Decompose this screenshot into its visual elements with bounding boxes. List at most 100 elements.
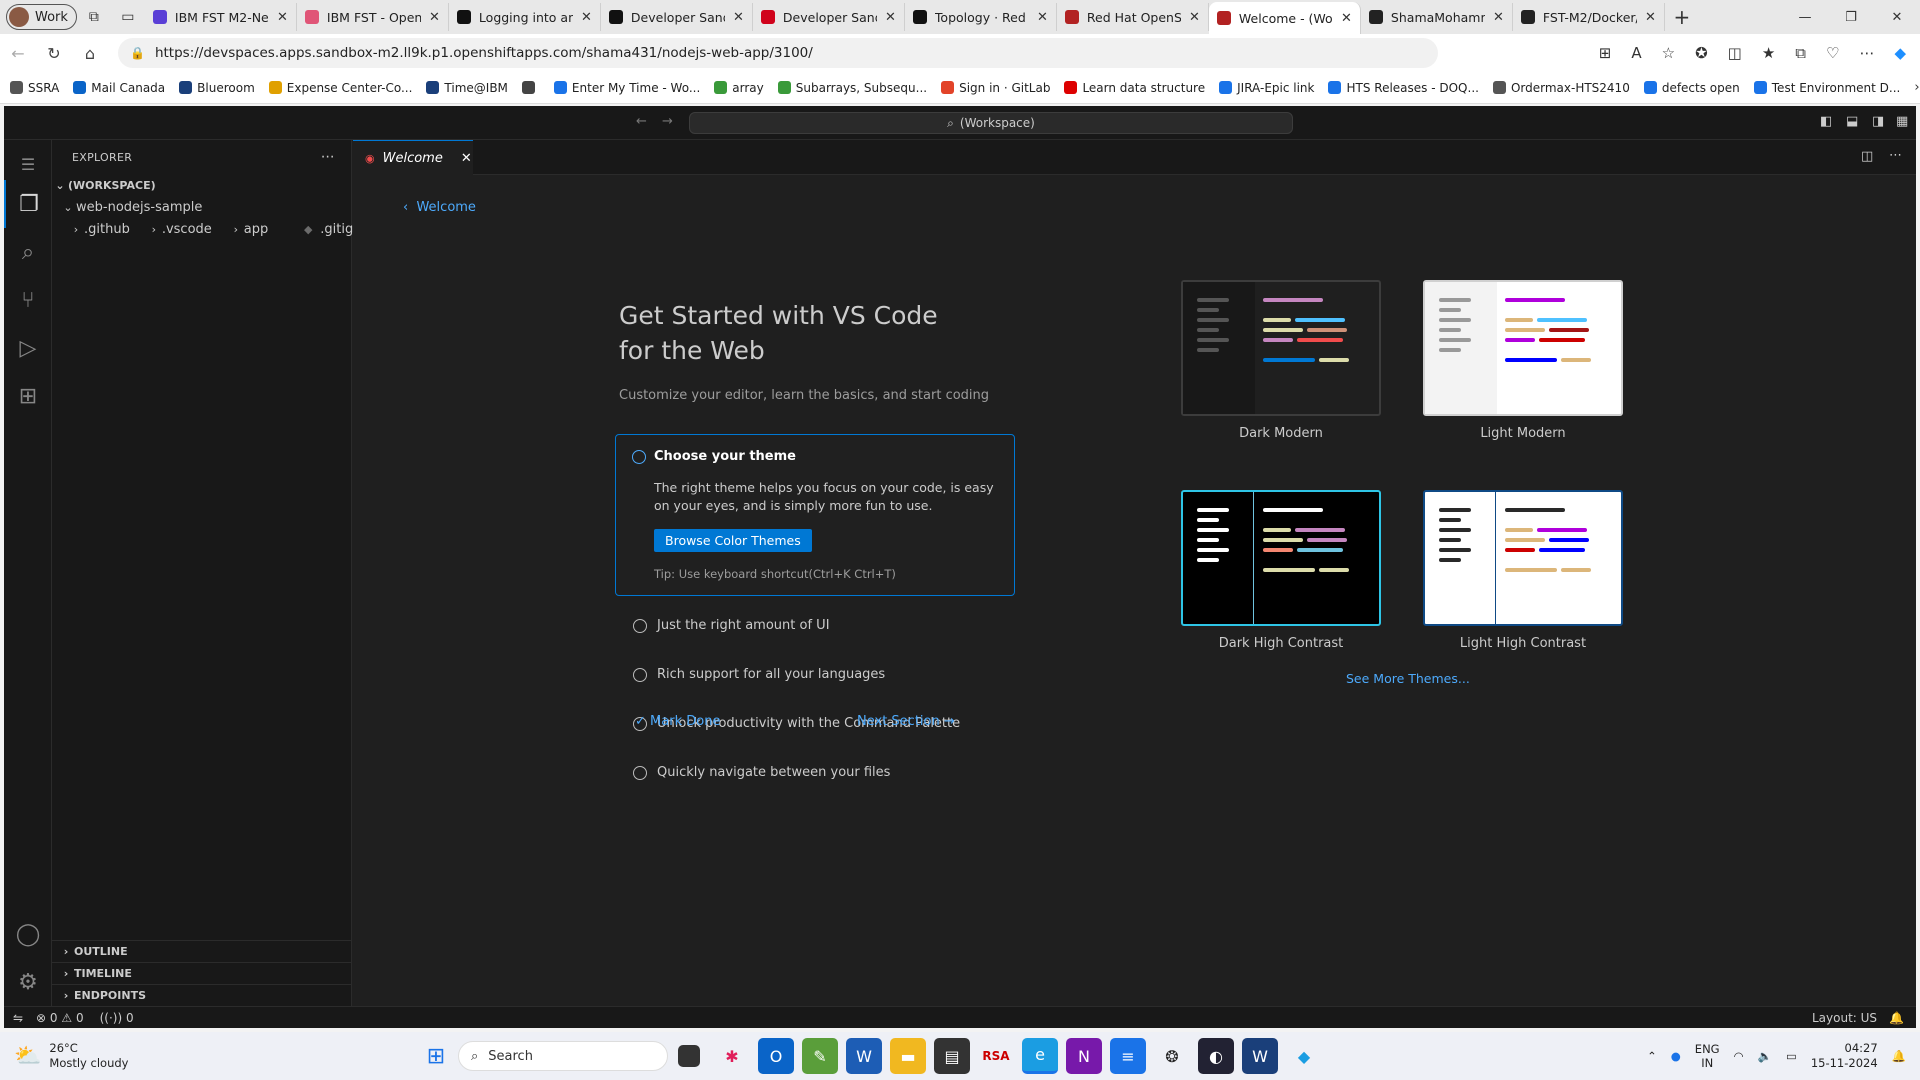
pane-header[interactable]: › ENDPOINTS [52,984,352,1006]
wifi-icon[interactable]: ◠ [1734,1049,1744,1063]
read-aloud-icon[interactable]: A [1631,44,1641,62]
toggle-sidebar-icon[interactable]: ◧ [1820,114,1832,129]
workspace-root[interactable]: ⌄ (WORKSPACE) [52,174,351,196]
bookmark-item[interactable]: Mail Canada [73,81,165,95]
folder-item[interactable]: › .github [52,218,130,240]
slack-icon[interactable]: ✱ [714,1038,750,1074]
favorite-star-icon[interactable]: ☆ [1662,44,1675,62]
onenote-icon[interactable]: N [1066,1038,1102,1074]
task-view-icon[interactable] [678,1045,700,1067]
problems-indicator[interactable]: ⊗ 0 ⚠ 0 [36,1011,84,1025]
bookmark-item[interactable] [521,81,540,94]
editor-more-icon[interactable]: ⋯ [1889,148,1902,163]
close-tab-icon[interactable]: ✕ [733,10,744,25]
bookmark-item[interactable]: Expense Center-Co... [268,81,412,95]
app-icon-chat[interactable]: ◆ [1286,1038,1322,1074]
extensions-view-icon[interactable]: ⊞ [4,372,52,420]
welcome-step[interactable]: Rich support for all your languages [633,667,885,682]
bookmark-item[interactable]: HTS Releases - DOQ... [1328,81,1479,95]
copilot-icon[interactable]: ◆ [1894,44,1906,62]
outlook-icon[interactable]: O [758,1038,794,1074]
notes-icon[interactable]: ≡ [1110,1038,1146,1074]
rsa-icon[interactable]: RSA [978,1038,1014,1074]
new-tab-icon[interactable]: + [1665,3,1699,31]
browser-tab[interactable]: Topology · Red H ✕ [905,3,1057,31]
tray-chevron-icon[interactable]: ⌃ [1647,1049,1657,1063]
bookmark-item[interactable]: Enter My Time - Wo... [553,81,700,95]
bookmark-item[interactable]: Subarrays, Subsequ... [777,81,927,95]
source-control-icon[interactable]: ⑂ [4,276,52,324]
browser-tab[interactable]: Developer Sandb ✕ [601,3,753,31]
toggle-secondary-sidebar-icon[interactable]: ◨ [1872,114,1884,129]
close-tab-icon[interactable]: ✕ [277,10,288,25]
back-icon[interactable]: ← [0,44,36,63]
theme-dark-modern[interactable] [1181,280,1381,416]
notepad-icon[interactable]: ✎ [802,1038,838,1074]
search-view-icon[interactable]: ⌕ [4,228,52,276]
remote-icon[interactable]: ⇋ [4,1011,32,1025]
close-tab-icon[interactable]: ✕ [1341,11,1352,26]
restore-icon[interactable]: ❐ [1828,10,1874,25]
tab-actions-icon[interactable]: ▭ [111,3,145,31]
webex-icon[interactable]: W [1242,1038,1278,1074]
browser-tab[interactable]: Welcome - (Work ✕ [1208,2,1361,34]
browser-tab[interactable]: FST-M2/Docker/ ✕ [1513,3,1665,31]
nav-back-icon[interactable]: ← [636,114,647,129]
notifications-bell-icon[interactable]: 🔔 [1889,1011,1904,1025]
bookmark-item[interactable]: Sign in · GitLab [941,81,1050,95]
welcome-step[interactable]: Just the right amount of UI [633,618,830,633]
language-indicator[interactable]: ENG IN [1695,1042,1720,1070]
refresh-icon[interactable]: ↻ [36,44,72,63]
next-section-button[interactable]: Next Section → [857,714,955,729]
home-icon[interactable]: ⌂ [72,44,108,63]
terminal-icon[interactable]: ▤ [934,1038,970,1074]
workspaces-icon[interactable]: ⧉ [77,3,111,31]
close-window-icon[interactable]: ✕ [1874,10,1920,25]
keyboard-layout[interactable]: Layout: US [1812,1011,1877,1025]
step-choose-theme[interactable]: Choose your theme The right theme helps … [615,434,1015,596]
bookmarks-more-icon[interactable]: › [1914,80,1919,95]
browser-tab[interactable]: ShamaMohamme ✕ [1361,3,1513,31]
pane-header[interactable]: › TIMELINE [52,962,352,984]
close-tab-icon[interactable]: ✕ [885,10,896,25]
explorer-more-icon[interactable]: ⋯ [321,149,335,165]
taskbar-search[interactable]: ⌕ Search [458,1041,668,1071]
theme-light-modern[interactable] [1423,280,1623,416]
bookmark-item[interactable]: Time@IBM [426,81,508,95]
command-center[interactable]: ⌕ (Workspace) [689,112,1293,134]
start-button[interactable]: ⊞ [418,1038,454,1074]
bookmark-item[interactable]: Ordermax-HTS2410 [1492,81,1630,95]
profile-button[interactable]: Work [6,4,77,30]
close-tab-icon[interactable]: ✕ [461,151,472,166]
close-tab-icon[interactable]: ✕ [1493,10,1504,25]
run-debug-icon[interactable]: ▷ [4,324,52,372]
close-tab-icon[interactable]: ✕ [429,10,440,25]
browser-tab[interactable]: Red Hat OpenShi ✕ [1057,3,1209,31]
browse-color-themes-button[interactable]: Browse Color Themes [654,529,812,552]
folder-item[interactable]: ⌄ web-nodejs-sample [52,196,351,218]
notification-icon[interactable]: 🔔 [1892,1049,1906,1063]
folder-item[interactable]: › app [212,218,269,240]
weather-widget[interactable]: ⛅ 26°C Mostly cloudy [14,1041,414,1071]
see-more-themes-link[interactable]: See More Themes... [1346,671,1470,686]
app-icon-circle[interactable]: ◐ [1198,1038,1234,1074]
manage-gear-icon[interactable]: ⚙ [4,958,52,1006]
collections-icon[interactable]: ⧉ [1795,44,1806,62]
nav-forward-icon[interactable]: → [662,114,673,129]
bookmark-item[interactable]: Test Environment D... [1753,81,1900,95]
battery-icon[interactable]: ▭ [1786,1049,1797,1063]
word-icon[interactable]: W [846,1038,882,1074]
volume-icon[interactable]: 🔈 [1758,1049,1772,1063]
app-available-icon[interactable]: ⊞ [1599,44,1612,62]
welcome-step[interactable]: Quickly navigate between your files [633,765,890,780]
clock[interactable]: 04:27 15-11-2024 [1811,1041,1878,1071]
close-tab-icon[interactable]: ✕ [1189,10,1200,25]
edge-icon[interactable]: e [1022,1038,1058,1074]
bookmark-item[interactable]: Blueroom [179,81,255,95]
file-explorer-icon[interactable]: ▬ [890,1038,926,1074]
bookmark-item[interactable]: SSRA [10,81,59,95]
explorer-icon[interactable]: ❐ [4,180,52,228]
theme-dark-high-contrast[interactable] [1181,490,1381,626]
accounts-icon[interactable]: ◯ [4,910,52,958]
bookmark-item[interactable]: Learn data structure [1064,81,1205,95]
